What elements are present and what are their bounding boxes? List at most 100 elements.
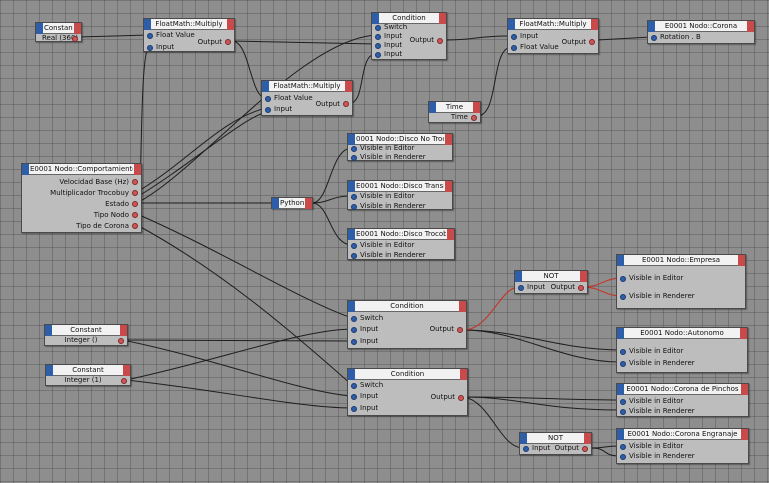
switch-port[interactable] — [351, 383, 357, 389]
node-header[interactable]: E0001 Nodo::Corona — [648, 21, 754, 32]
visible-renderer-port[interactable] — [351, 155, 357, 161]
visible-renderer-port[interactable] — [620, 361, 626, 367]
visible-editor-port[interactable] — [620, 444, 626, 450]
visible-renderer-port[interactable] — [620, 454, 626, 460]
input-port[interactable] — [375, 43, 381, 49]
object-node-disco-no-trocobuy[interactable]: 0001 Nodo::Disco No Trocobu Visible in E… — [347, 133, 453, 161]
node-header[interactable]: Condition — [348, 369, 467, 380]
output-port[interactable] — [589, 39, 595, 45]
output-port[interactable] — [132, 201, 138, 207]
output-port[interactable] — [132, 223, 138, 229]
input-port[interactable] — [265, 107, 271, 113]
output-port[interactable] — [458, 395, 464, 401]
node-header[interactable]: NOT — [520, 433, 591, 444]
node-header[interactable]: FloatMath::Multiply — [144, 19, 234, 30]
input-port[interactable] — [351, 394, 357, 400]
node-header[interactable]: E0001 Nodo::Comportamiento Nodo — [22, 164, 141, 175]
output-port[interactable] — [471, 115, 477, 121]
switch-port[interactable] — [351, 316, 357, 322]
visible-editor-port[interactable] — [620, 276, 626, 282]
visible-editor-port[interactable] — [351, 146, 357, 152]
port-label: Visible in Editor — [360, 192, 415, 200]
visible-editor-port[interactable] — [351, 243, 357, 249]
rotation-port[interactable] — [651, 35, 657, 41]
switch-port[interactable] — [375, 25, 381, 31]
output-port[interactable] — [457, 327, 463, 333]
node-header[interactable]: E0001 Nodo::Corona Engranaje — [617, 429, 748, 440]
object-node-disco-transicion[interactable]: E0001 Nodo::Disco Transicion Visible in … — [347, 180, 453, 210]
float-value-port[interactable] — [511, 45, 517, 51]
object-node-corona-engranaje[interactable]: E0001 Nodo::Corona Engranaje Visible in … — [616, 428, 749, 464]
output-port[interactable] — [132, 190, 138, 196]
constant-integer-node[interactable]: Constant Integer () — [44, 324, 128, 346]
node-header[interactable]: E0001 Nodo::Empresa — [617, 255, 745, 266]
output-port[interactable] — [582, 446, 588, 452]
input-port[interactable] — [511, 34, 517, 40]
node-header[interactable]: E0001 Nodo::Corona de Pinchos — [617, 384, 748, 395]
visible-renderer-port[interactable] — [351, 253, 357, 259]
input-port[interactable] — [351, 339, 357, 345]
input-port[interactable] — [523, 446, 529, 452]
float-multiply-node[interactable]: FloatMath::Multiply Float Value Input Ou… — [261, 80, 353, 116]
not-node[interactable]: NOT Input Output — [519, 432, 592, 455]
output-port[interactable] — [72, 36, 78, 42]
input-port[interactable] — [147, 45, 153, 51]
visible-renderer-port[interactable] — [351, 204, 357, 210]
node-title: E0001 Nodo::Comportamiento Nodo — [30, 165, 133, 173]
float-value-port[interactable] — [147, 33, 153, 39]
node-header[interactable]: Python — [272, 198, 312, 209]
visible-editor-port[interactable] — [351, 194, 357, 200]
constant-real-node[interactable]: Constant Real (360) — [35, 22, 82, 42]
object-node-comportamiento[interactable]: E0001 Nodo::Comportamiento Nodo Velocida… — [21, 163, 142, 233]
object-node-disco-trocobuy[interactable]: E0001 Nodo::Disco Trocobuy Visible in Ed… — [347, 228, 455, 260]
constant-integer-node[interactable]: Constant Integer (1) — [45, 364, 131, 386]
condition-node[interactable]: Condition Switch Input Input Input Outpu… — [371, 12, 447, 60]
object-node-corona[interactable]: E0001 Nodo::Corona Rotation . B — [647, 20, 755, 44]
wire — [122, 339, 353, 397]
node-header[interactable]: Time — [429, 102, 480, 113]
visible-renderer-port[interactable] — [620, 409, 626, 415]
output-port[interactable] — [118, 338, 124, 344]
node-header[interactable]: FloatMath::Multiply — [262, 81, 352, 92]
output-label: Output — [561, 38, 586, 46]
input-port[interactable] — [351, 406, 357, 412]
condition-node[interactable]: Condition Switch Input Input Output — [347, 300, 467, 349]
float-multiply-node[interactable]: FloatMath::Multiply Input Float Value Ou… — [507, 18, 599, 54]
node-header[interactable]: Constant — [46, 365, 130, 376]
condition-node[interactable]: Condition Switch Input Input Output — [347, 368, 468, 416]
node-header[interactable]: FloatMath::Multiply — [508, 19, 598, 30]
input-port[interactable] — [375, 34, 381, 40]
wire — [136, 107, 267, 193]
node-header[interactable]: Constant — [45, 325, 127, 336]
object-node-autonomo[interactable]: E0001 Nodo::Autonomo Visible in Editor V… — [616, 327, 748, 373]
output-port[interactable] — [578, 285, 584, 291]
not-node[interactable]: NOT Input Output — [514, 270, 588, 294]
input-port[interactable] — [351, 327, 357, 333]
float-multiply-node[interactable]: FloatMath::Multiply Float Value Input Ou… — [143, 18, 235, 52]
visible-editor-port[interactable] — [620, 399, 626, 405]
float-value-port[interactable] — [265, 96, 271, 102]
object-node-empresa[interactable]: E0001 Nodo::Empresa Visible in Editor Vi… — [616, 254, 746, 309]
port-label: Input — [360, 404, 379, 412]
node-header[interactable]: E0001 Nodo::Disco Trocobuy — [348, 229, 454, 240]
node-header[interactable]: NOT — [515, 271, 587, 282]
node-header[interactable]: E0001 Nodo::Disco Transicion — [348, 181, 452, 192]
input-port[interactable] — [518, 285, 524, 291]
object-node-corona-pinchos[interactable]: E0001 Nodo::Corona de Pinchos Visible in… — [616, 383, 749, 417]
output-port[interactable] — [132, 212, 138, 218]
python-node[interactable]: Python — [271, 197, 313, 209]
output-port[interactable] — [437, 38, 443, 44]
output-port[interactable] — [132, 179, 138, 185]
node-header[interactable]: E0001 Nodo::Autonomo — [617, 328, 747, 339]
node-header[interactable]: Constant — [36, 23, 81, 34]
time-node[interactable]: Time Time — [428, 101, 481, 123]
output-port[interactable] — [225, 39, 231, 45]
visible-editor-port[interactable] — [620, 349, 626, 355]
visible-renderer-port[interactable] — [620, 294, 626, 300]
port-label: Float Value — [156, 31, 195, 39]
output-port[interactable] — [121, 378, 127, 384]
output-port[interactable] — [343, 101, 349, 107]
wire — [443, 35, 513, 41]
node-header[interactable]: Condition — [348, 301, 466, 312]
input-port[interactable] — [375, 52, 381, 58]
